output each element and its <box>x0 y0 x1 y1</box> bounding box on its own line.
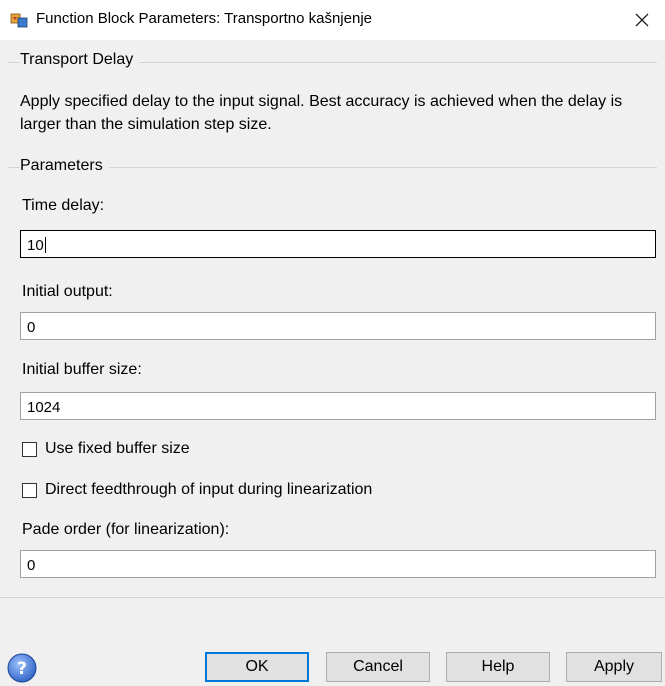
simulink-block-icon <box>10 11 28 29</box>
use-fixed-buffer-row[interactable]: Use fixed buffer size <box>22 440 190 458</box>
time-delay-label: Time delay: <box>22 197 105 214</box>
text-caret <box>44 237 46 253</box>
apply-button-label: Apply <box>593 658 635 675</box>
initial-output-label: Initial output: <box>22 283 113 300</box>
use-fixed-buffer-label: Use fixed buffer size <box>45 440 190 457</box>
initial-buffer-size-value: 1024 <box>27 399 61 416</box>
initial-buffer-size-input[interactable]: 1024 <box>20 392 656 420</box>
title-bar: Function Block Parameters: Transportno k… <box>0 0 665 40</box>
direct-feedthrough-checkbox[interactable] <box>22 482 37 498</box>
group-title-block: Transport Delay <box>20 51 140 69</box>
window-title: Function Block Parameters: Transportno k… <box>36 10 372 27</box>
ok-button-label: OK <box>245 658 269 675</box>
cancel-button[interactable]: Cancel <box>326 652 430 682</box>
ok-button[interactable]: OK <box>205 652 309 682</box>
apply-button[interactable]: Apply <box>566 652 662 682</box>
svg-text:?: ? <box>17 659 27 679</box>
initial-output-value: 0 <box>27 319 36 336</box>
use-fixed-buffer-checkbox[interactable] <box>22 441 37 457</box>
initial-output-input[interactable]: 0 <box>20 312 656 340</box>
time-delay-value: 10 <box>27 237 44 254</box>
pade-order-value: 0 <box>27 557 36 574</box>
time-delay-input[interactable]: 10 <box>20 230 656 258</box>
direct-feedthrough-label: Direct feedthrough of input during linea… <box>45 481 373 498</box>
pade-order-input[interactable]: 0 <box>20 550 656 578</box>
cancel-button-label: Cancel <box>353 658 403 675</box>
question-circle-icon[interactable]: ? <box>6 652 38 684</box>
pade-order-label: Pade order (for linearization): <box>22 521 230 538</box>
close-button[interactable] <box>619 0 665 40</box>
close-icon <box>635 13 649 27</box>
direct-feedthrough-row[interactable]: Direct feedthrough of input during linea… <box>22 481 372 499</box>
group-title-parameters: Parameters <box>20 157 109 175</box>
help-button-label: Help <box>481 658 515 675</box>
help-button[interactable]: Help <box>446 652 550 682</box>
parameters-bottom-border <box>0 597 665 598</box>
block-description: Apply specified delay to the input signa… <box>20 93 623 133</box>
initial-buffer-size-label: Initial buffer size: <box>22 361 142 378</box>
